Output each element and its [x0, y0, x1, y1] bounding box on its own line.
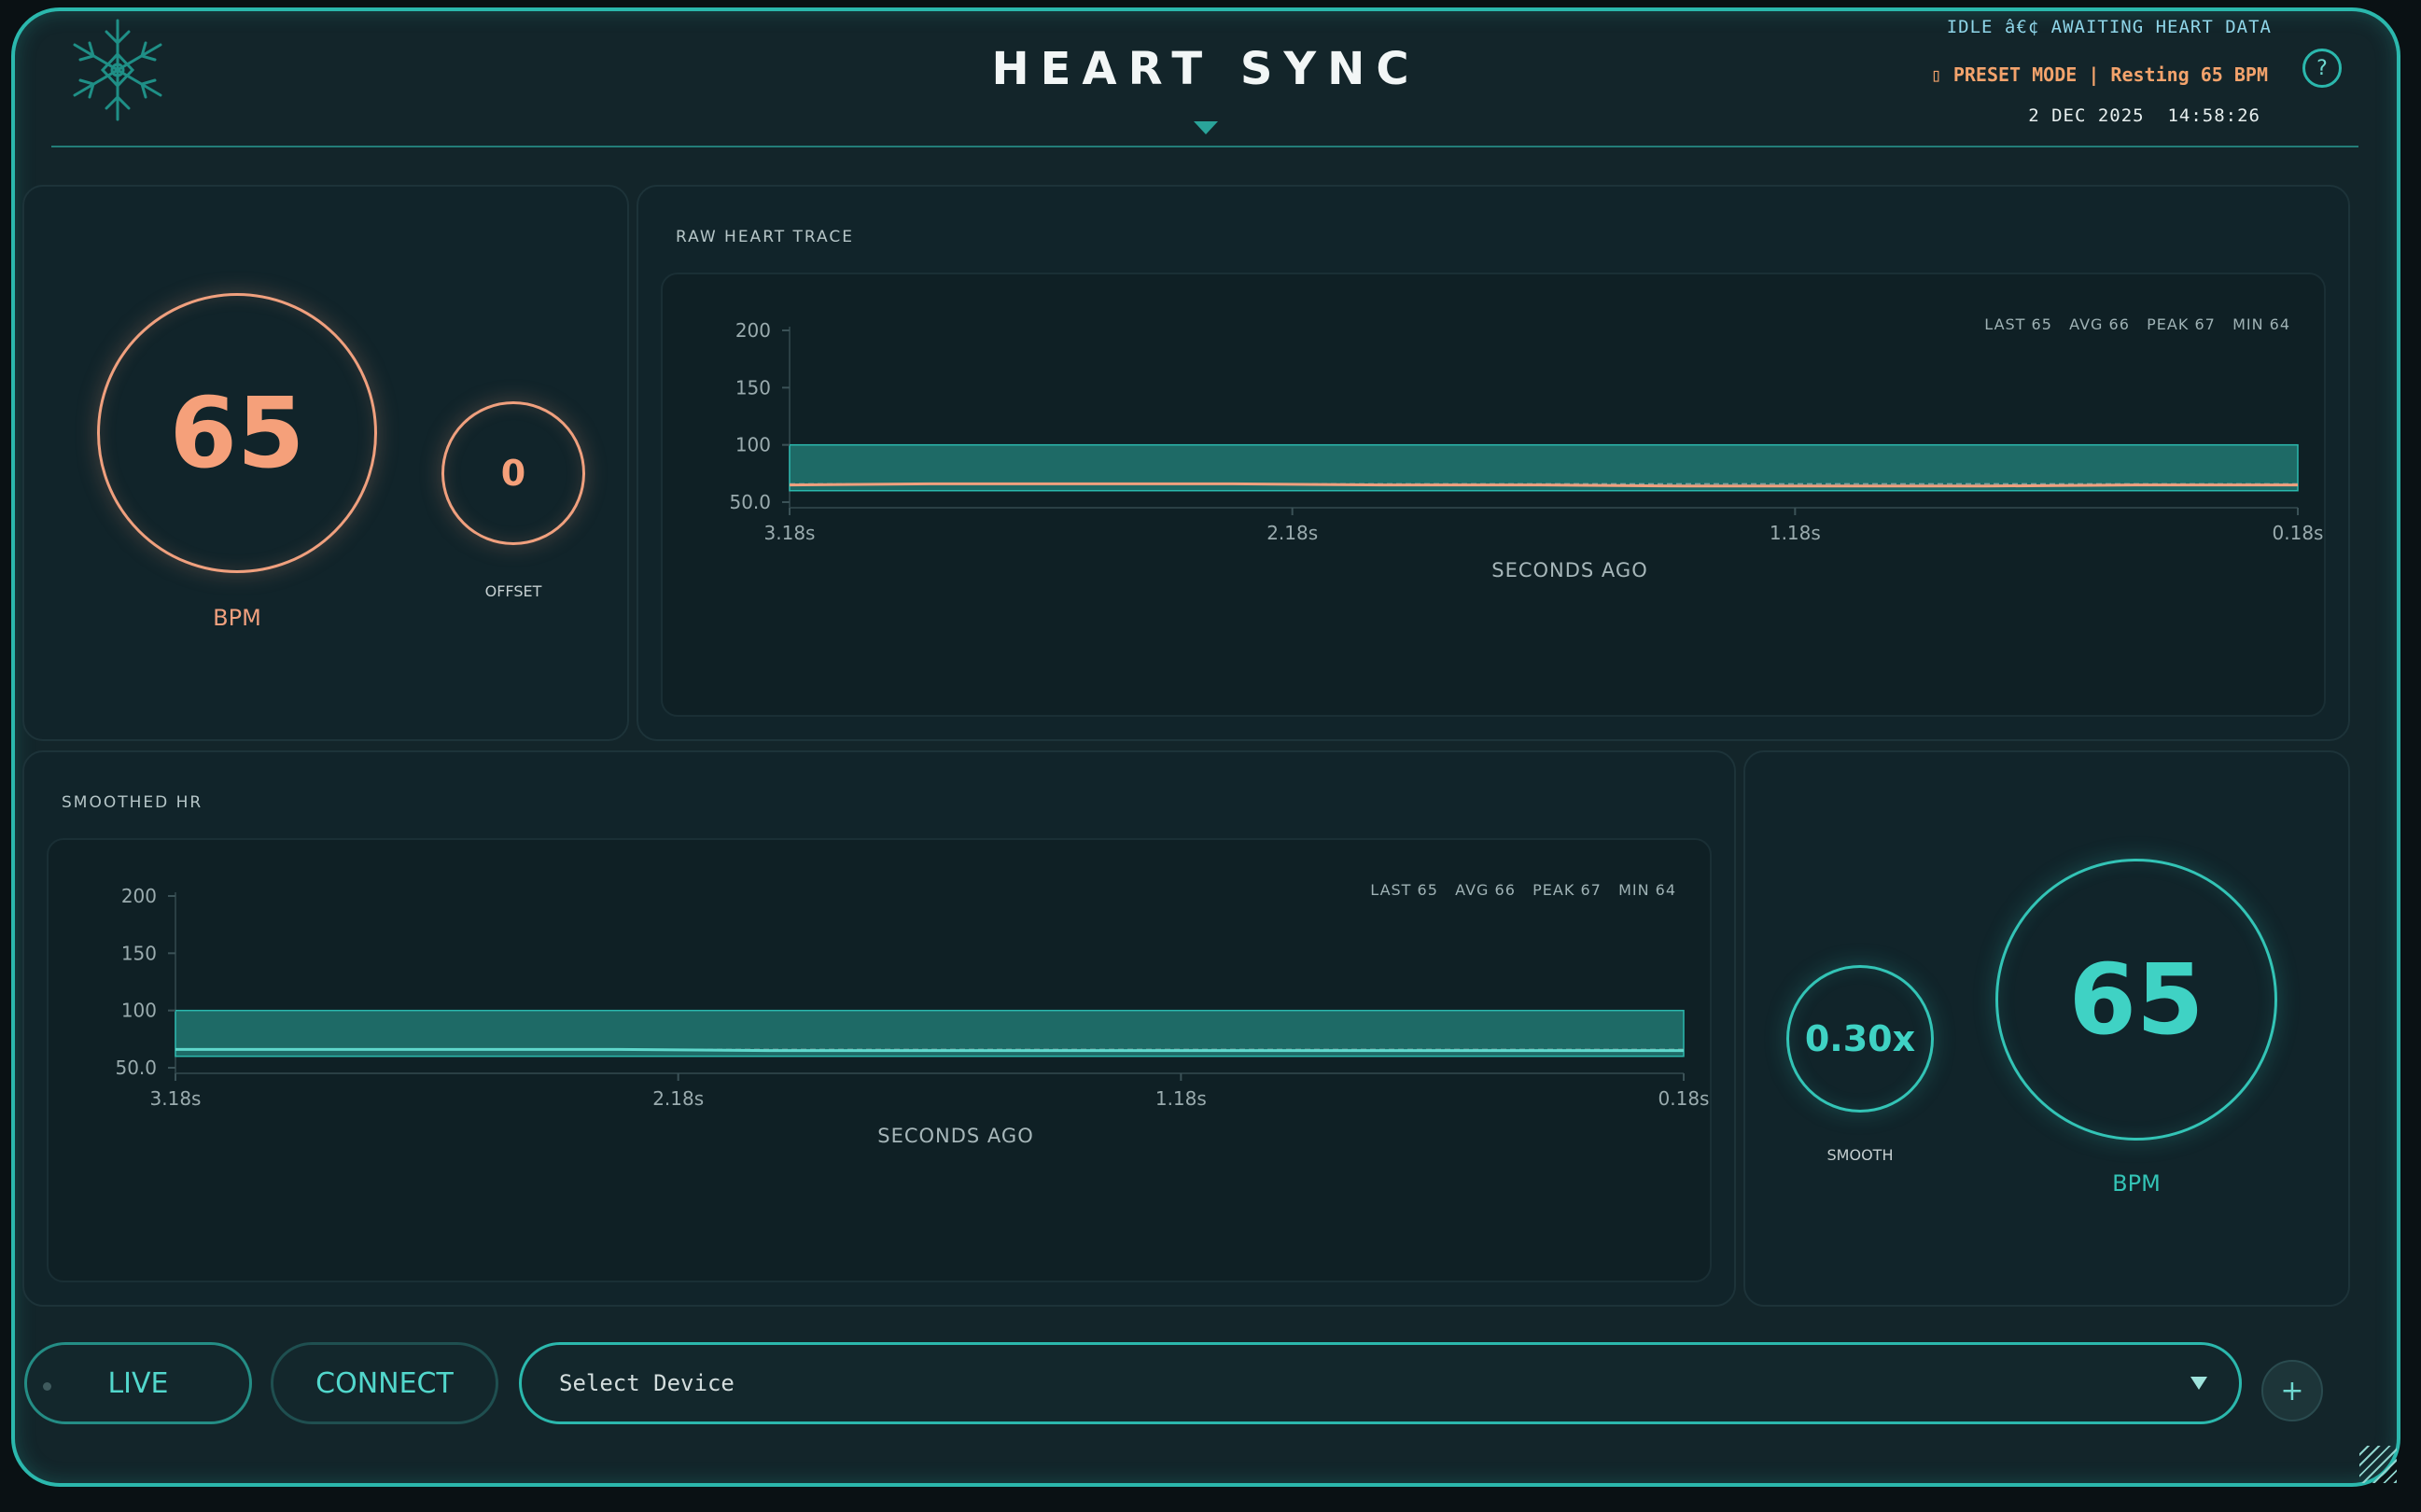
question-icon: ? [2316, 56, 2328, 80]
connect-button-label: CONNECT [315, 1366, 454, 1400]
live-button-label: LIVE [107, 1366, 169, 1400]
x-axis-label: SECONDS AGO [1491, 559, 1647, 581]
offset-gauge[interactable]: 0 [441, 401, 585, 545]
add-device-button[interactable]: + [2261, 1360, 2323, 1421]
x-tick-label: 1.18s [1770, 522, 1821, 544]
triangle-down-icon[interactable] [1194, 121, 1218, 134]
smoothed-trace-chart: 50.0 100 150 200 3.18s 2.18s 1.18s 0.18s SECONDS… [115, 885, 1710, 1147]
x-tick-label: 2.18s [652, 1087, 704, 1110]
x-tick-label: 1.18s [1155, 1087, 1207, 1110]
resize-grip[interactable] [2359, 1446, 2397, 1483]
smooth-factor-value: 0.30x [1804, 1018, 1916, 1059]
triangle-down-icon[interactable] [2190, 1377, 2207, 1390]
smoothed-trace-title: SMOOTHED HR [62, 793, 203, 812]
y-tick-label: 50.0 [729, 491, 771, 513]
smoothed-bpm-value: 65 [2068, 943, 2204, 1057]
smooth-factor-label: SMOOTH [1826, 1146, 1894, 1164]
connection-status: IDLE â€¢ AWAITING HEART DATA [1946, 17, 2272, 37]
live-indicator-dot [43, 1382, 51, 1391]
x-tick-label: 3.18s [764, 522, 816, 544]
smoothed-bpm-gauge: 65 [1995, 859, 2277, 1141]
series-line [175, 1047, 1684, 1053]
raw-trace-title: RAW HEART TRACE [676, 228, 855, 246]
y-tick-label: 100 [735, 434, 771, 456]
x-axis-label: SECONDS AGO [877, 1125, 1033, 1147]
y-tick-label: 100 [121, 1000, 157, 1022]
time-text: 14:58:26 [2167, 105, 2260, 126]
y-tick-label: 150 [121, 942, 157, 964]
y-tick-label: 200 [735, 319, 771, 342]
raw-trace-chart: 50.0 100 150 200 3.18s 2.18s 1.18s 0.18s SECONDS… [729, 319, 2324, 581]
x-tick-label: 3.18s [150, 1087, 202, 1110]
raw-bpm-gauge: 65 [97, 293, 377, 573]
device-select-value: Select Device [559, 1370, 735, 1396]
smoothed-trace-chart-area: LAST 65 AVG 66 PEAK 67 MIN 64 50.0 100 150… [47, 838, 1712, 1282]
raw-bpm-panel: 65 BPM 0 OFFSET [22, 185, 629, 741]
smooth-factor-gauge[interactable]: 0.30x [1786, 965, 1934, 1113]
datetime-display: 2 DEC 2025 14:58:26 [2028, 105, 2260, 126]
raw-heart-trace-panel: RAW HEART TRACE LAST 65 AVG 66 PEAK 67 M… [637, 185, 2350, 741]
date-text: 2 DEC 2025 [2028, 105, 2145, 126]
x-tick-label: 0.18s [2273, 522, 2324, 544]
header-divider [51, 146, 2358, 147]
connect-button[interactable]: CONNECT [271, 1342, 498, 1424]
preset-mode-indicator: ▯ PRESET MODE | Resting 65 BPM [1930, 63, 2268, 86]
live-button[interactable]: LIVE [24, 1342, 252, 1424]
help-button[interactable]: ? [2302, 49, 2342, 88]
y-tick-label: 150 [735, 376, 771, 399]
offset-value: 0 [500, 453, 526, 494]
offset-label: OFFSET [484, 582, 542, 600]
plus-icon: + [2280, 1374, 2304, 1407]
raw-bpm-label: BPM [213, 605, 261, 631]
raw-trace-chart-area: LAST 65 AVG 66 PEAK 67 MIN 64 50.0 100 150… [661, 273, 2326, 717]
x-tick-label: 0.18s [1658, 1087, 1710, 1110]
device-select[interactable]: Select Device [519, 1342, 2242, 1424]
smoothed-hr-panel: SMOOTHED HR LAST 65 AVG 66 PEAK 67 MIN 6… [22, 750, 1736, 1307]
raw-bpm-value: 65 [169, 376, 305, 490]
y-tick-label: 200 [121, 885, 157, 907]
x-tick-label: 2.18s [1266, 522, 1318, 544]
y-tick-label: 50.0 [115, 1057, 157, 1079]
smoothed-bpm-panel: 0.30x SMOOTH 65 BPM [1743, 750, 2350, 1307]
smoothed-bpm-label: BPM [2112, 1170, 2161, 1197]
